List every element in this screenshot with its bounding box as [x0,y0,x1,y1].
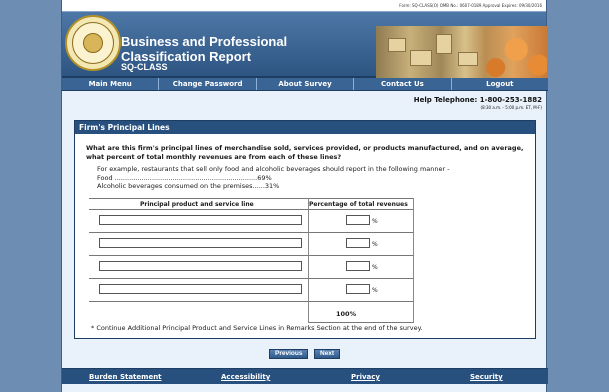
table-border [89,198,414,199]
panel-title: Firm's Principal Lines [75,121,535,134]
principal-lines-panel: Firm's Principal Lines What are this fir… [74,120,536,339]
omb-notice: Form: SQ-CLASS(O) OMB No.: 0607-0189 App… [62,0,546,12]
page-frame: Form: SQ-CLASS(O) OMB No.: 0607-0189 App… [61,0,548,392]
percent-symbol: % [372,264,378,271]
nav-main-menu[interactable]: Main Menu [62,78,160,90]
percent-input[interactable] [346,261,370,271]
help-hours: (8:30 a.m. - 5:00 p.m. ET, M-F) [480,105,542,110]
nav-about-survey[interactable]: About Survey [257,78,355,90]
example-line: Food ...................................… [97,173,272,182]
product-line-input[interactable] [99,284,302,294]
example-line: Alcoholic beverages consumed on the prem… [97,182,280,190]
main-nav: Main Menu Change Password About Survey C… [62,78,548,91]
example-text: For example, restaurants that sell only … [97,165,450,191]
percent-input[interactable] [346,215,370,225]
table-border [89,255,414,256]
product-line-input[interactable] [99,215,302,225]
site-header: Business and Professional Classification… [62,12,547,78]
footer-accessibility-link[interactable]: Accessibility [221,373,270,381]
table-border [308,322,414,323]
question-text: What are this firm's principal lines of … [86,144,524,161]
footer-burden-statement-link[interactable]: Burden Statement [89,373,162,381]
form-code: SQ-CLASS [121,62,168,72]
table-border [308,198,309,323]
box-shape [388,38,406,52]
nav-contact-us[interactable]: Contact Us [354,78,452,90]
table-border [89,232,414,233]
col-header-product: Principal product and service line [140,201,254,208]
product-line-input[interactable] [99,261,302,271]
percent-symbol: % [372,241,378,248]
percent-input[interactable] [346,238,370,248]
census-bureau-seal-icon [65,15,121,71]
principal-lines-table: Principal product and service line Perce… [89,198,414,323]
table-border [413,198,414,323]
header-photo-banner [376,26,547,78]
box-shape [458,52,478,66]
box-shape [410,50,432,66]
example-line: For example, restaurants that sell only … [97,165,450,173]
previous-button[interactable]: Previous [269,349,309,359]
site-footer: Burden Statement Accessibility Privacy S… [62,368,548,384]
col-header-percent: Percentage of total revenues [309,201,408,208]
seal-emblem [83,33,103,53]
help-phone: Help Telephone: 1-800-253-1882 [413,96,542,104]
app-title-line1: Business and Professional [121,34,288,49]
product-line-input[interactable] [99,238,302,248]
percent-symbol: % [372,287,378,294]
nav-change-password[interactable]: Change Password [159,78,257,90]
help-telephone: Help Telephone: 1-800-253-1882 (8:30 a.m… [414,96,542,110]
footnote: * Continue Additional Principal Product … [91,324,423,332]
footer-security-link[interactable]: Security [470,373,503,381]
percent-symbol: % [372,218,378,225]
next-button[interactable]: Next [314,349,341,359]
table-border [89,209,414,210]
nav-logout[interactable]: Logout [452,78,548,90]
total-percent: 100% [336,310,357,318]
box-shape [436,34,452,54]
footer-privacy-link[interactable]: Privacy [351,373,380,381]
table-border [89,278,414,279]
table-border [89,301,414,302]
percent-input[interactable] [346,284,370,294]
